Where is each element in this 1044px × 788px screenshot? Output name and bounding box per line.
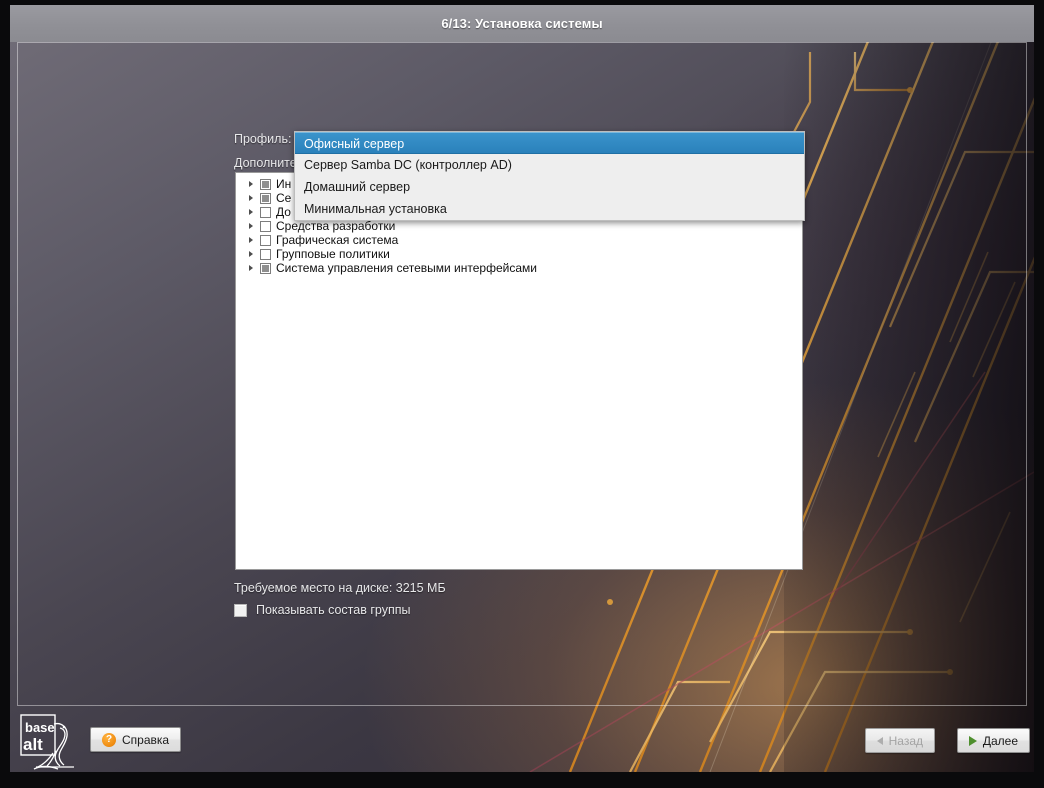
dropdown-option-office-server[interactable]: Офисный сервер	[295, 132, 804, 154]
expand-arrow-icon[interactable]	[244, 251, 258, 257]
package-group-list[interactable]: Ин Се До Средства разработки	[235, 172, 803, 570]
dropdown-option-minimal-install[interactable]: Минимальная установка	[295, 198, 804, 220]
tree-row-label: До	[276, 205, 291, 219]
arrow-left-icon	[877, 737, 883, 745]
tree-row-label: Система управления сетевыми интерфейсами	[276, 261, 537, 275]
help-button-label: Справка	[122, 733, 169, 747]
tree-row[interactable]: Графическая система	[236, 233, 802, 247]
expand-arrow-icon[interactable]	[244, 181, 258, 187]
svg-text:alt: alt	[23, 735, 43, 754]
tree-row-label: Графическая система	[276, 233, 398, 247]
group-checkbox[interactable]	[260, 235, 271, 246]
show-group-contents-checkbox[interactable]	[234, 604, 247, 617]
question-mark-icon: ?	[102, 733, 116, 747]
group-checkbox[interactable]	[260, 249, 271, 260]
tree-row-label: Групповые политики	[276, 247, 390, 261]
show-group-contents-row[interactable]: Показывать состав группы	[234, 603, 410, 617]
basealt-logo: base alt	[20, 714, 86, 772]
tree-row-label: Се	[276, 191, 291, 205]
next-button[interactable]: Далее	[957, 728, 1030, 753]
expand-arrow-icon[interactable]	[244, 209, 258, 215]
dialog-content: Профиль: Дополнительные пакеты: Ин Се	[0, 0, 1044, 788]
disk-space-status: Требуемое место на диске: 3215 МБ	[234, 581, 446, 595]
group-checkbox[interactable]	[260, 221, 271, 232]
group-checkbox[interactable]	[260, 207, 271, 218]
group-checkbox[interactable]	[260, 193, 271, 204]
expand-arrow-icon[interactable]	[244, 265, 258, 271]
show-group-contents-label: Показывать состав группы	[256, 603, 410, 617]
tree-row-label: Средства разработки	[276, 219, 395, 233]
arrow-right-icon	[969, 736, 977, 746]
expand-arrow-icon[interactable]	[244, 223, 258, 229]
dropdown-option-home-server[interactable]: Домашний сервер	[295, 176, 804, 198]
next-button-label: Далее	[983, 734, 1018, 748]
back-button[interactable]: Назад	[865, 728, 935, 753]
svg-text:base: base	[25, 720, 55, 735]
help-button[interactable]: ? Справка	[90, 727, 181, 752]
tree-row[interactable]: Средства разработки	[236, 219, 802, 233]
expand-arrow-icon[interactable]	[244, 237, 258, 243]
expand-arrow-icon[interactable]	[244, 195, 258, 201]
tree-row-label: Ин	[276, 177, 291, 191]
tree-row[interactable]: Система управления сетевыми интерфейсами	[236, 261, 802, 275]
group-checkbox[interactable]	[260, 179, 271, 190]
profile-label: Профиль:	[234, 132, 291, 146]
basealt-logo-graphic: base alt	[20, 714, 86, 772]
installer-window: 6/13: Установка системы Профиль: Дополни…	[0, 0, 1044, 788]
group-checkbox[interactable]	[260, 263, 271, 274]
tree-row[interactable]: Групповые политики	[236, 247, 802, 261]
back-button-label: Назад	[889, 734, 923, 748]
profile-dropdown-popup[interactable]: Офисный сервер Сервер Samba DC (контролл…	[294, 131, 805, 221]
dropdown-option-samba-dc[interactable]: Сервер Samba DC (контроллер AD)	[295, 154, 804, 176]
